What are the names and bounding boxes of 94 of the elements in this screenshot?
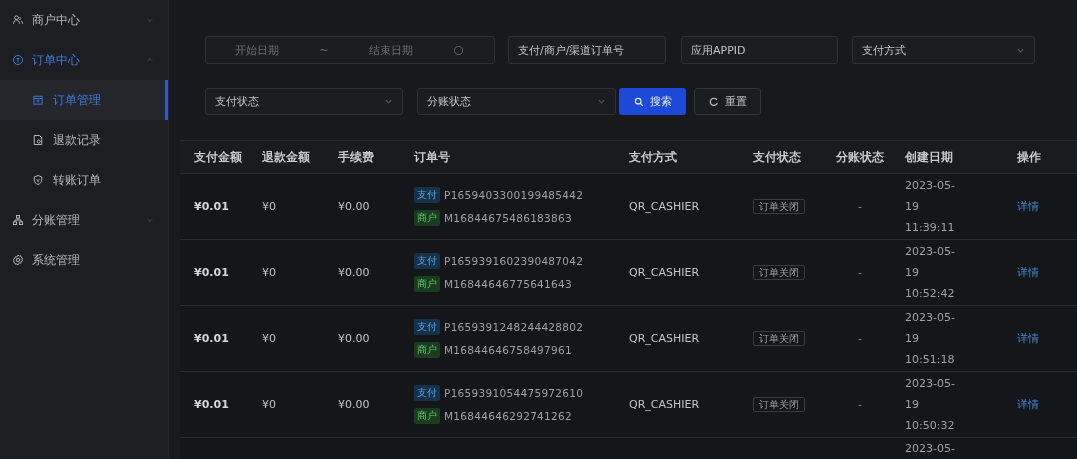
date-text: 2023-05- <box>905 244 956 260</box>
hierarchy-icon <box>12 214 24 226</box>
column-header: 支付状态 <box>753 149 802 165</box>
table-cell-text: ¥0.01 <box>194 266 230 279</box>
settings-icon <box>12 254 24 266</box>
tag: 商户 <box>414 342 440 358</box>
column-header: 订单号 <box>414 149 451 165</box>
table-cell-text: ¥0.00 <box>338 332 371 345</box>
table-cell-text: - <box>857 200 863 213</box>
table-cell-text: QR_CASHIER <box>629 200 701 213</box>
select-field[interactable]: 支付状态 <box>205 88 403 115</box>
table-cell-text: - <box>857 332 863 345</box>
column-header: 操作 <box>1016 149 1042 165</box>
order-number: M16844646758497961 <box>444 344 573 356</box>
tag: 商户 <box>414 408 440 424</box>
search-button[interactable]: 搜索 <box>619 88 686 115</box>
table-cell-text: ¥0.01 <box>194 200 230 213</box>
order-number: P1659391602390487042 <box>444 255 584 267</box>
table-cell-text: ¥0.01 <box>194 332 230 345</box>
order-number: P1659403300199485442 <box>444 189 584 201</box>
order-number: P1659391248244428802 <box>444 321 584 333</box>
column-header: 支付金额 <box>194 149 243 165</box>
date-text: 2023-05- <box>905 178 956 194</box>
input-field[interactable]: 支付/商户/渠道订单号 <box>508 36 666 64</box>
chevron-icon <box>384 97 393 106</box>
select-field[interactable]: 分账状态 <box>417 88 616 115</box>
table-cell-text: QR_CASHIER <box>629 266 701 279</box>
tag: 支付 <box>414 385 440 401</box>
select-field[interactable]: 支付方式 <box>852 36 1035 64</box>
sidebar-item[interactable]: 订单中心 <box>0 40 168 80</box>
column-header: 手续费 <box>338 149 375 165</box>
clear-icon <box>452 44 464 56</box>
column-header: 分账状态 <box>836 149 885 165</box>
status-tag: 订单关闭 <box>753 396 805 412</box>
sidebar-subitem[interactable]: 退款记录 <box>0 120 168 160</box>
calendar-icon <box>32 94 44 106</box>
sidebar-item[interactable]: 系统管理 <box>0 240 168 280</box>
status-tag: 订单关闭 <box>753 264 805 280</box>
date-text: 10:50:32 <box>905 418 956 434</box>
table-cell-text: ¥0 <box>262 200 277 213</box>
table-cell-text: QR_CASHIER <box>629 332 701 345</box>
input-field[interactable]: 应用APPID <box>681 36 838 64</box>
tag: 商户 <box>414 210 440 226</box>
tag: 支付 <box>414 319 440 335</box>
sidebar-item[interactable]: 商户中心 <box>0 0 168 40</box>
search-icon <box>633 96 644 107</box>
date-text: 10:52:42 <box>905 286 956 302</box>
chevron-icon <box>146 216 154 224</box>
table-cell-text: ¥0 <box>262 332 277 345</box>
order-number: M16844646292741262 <box>444 410 573 422</box>
chevron-icon <box>597 97 606 106</box>
date-text: 2023-05- <box>905 442 956 456</box>
refresh-icon <box>708 96 719 107</box>
chevron-icon <box>146 16 154 24</box>
sidebar-item[interactable]: 分账管理 <box>0 200 168 240</box>
column-header: 支付方式 <box>629 149 678 165</box>
order-number: M16844646775641643 <box>444 278 573 290</box>
order-number: P1659391054475972610 <box>444 387 584 399</box>
date-text: 19 <box>905 199 920 215</box>
table-cell-text: ¥0.00 <box>338 200 371 213</box>
shield-icon <box>32 174 44 186</box>
table-cell-text: ¥0.00 <box>338 266 371 279</box>
table-cell-text: - <box>857 266 863 279</box>
date-text: 19 <box>905 265 920 281</box>
tag: 支付 <box>414 187 440 203</box>
column-header: 创建日期 <box>905 149 954 165</box>
table-cell-text: ¥0 <box>262 266 277 279</box>
date-text: 2023-05- <box>905 376 956 392</box>
chevron-icon <box>146 56 154 64</box>
table-cell-text: ¥0 <box>262 398 277 411</box>
order-number: M16844675486183863 <box>444 212 573 224</box>
table-cell-text: ¥0.01 <box>194 398 230 411</box>
details-link[interactable]: 详情 <box>1015 200 1039 213</box>
table-cell-text: QR_CASHIER <box>629 398 701 411</box>
date-text: 19 <box>905 397 920 413</box>
reset-button[interactable]: 重置 <box>694 88 761 115</box>
tag: 支付 <box>414 253 440 269</box>
document-icon <box>32 134 44 146</box>
status-tag: 订单关闭 <box>753 198 805 214</box>
details-link[interactable]: 详情 <box>1015 332 1039 345</box>
details-link[interactable]: 详情 <box>1015 398 1039 411</box>
people-icon <box>12 14 24 26</box>
date-text: 19 <box>905 331 920 347</box>
sidebar-subitem[interactable]: 订单管理 <box>0 80 168 120</box>
tag: 商户 <box>414 276 440 292</box>
status-tag: 订单关闭 <box>753 330 805 346</box>
date-text: 11:39:11 <box>905 220 956 236</box>
column-header: 退款金额 <box>262 149 311 165</box>
table-cell-text: ¥0.00 <box>338 398 371 411</box>
table-cell-text: - <box>857 398 863 411</box>
date-text: 10:51:18 <box>905 352 956 368</box>
sidebar-subitem[interactable]: 转账订单 <box>0 160 168 200</box>
date-text: 2023-05- <box>905 310 956 326</box>
details-link[interactable]: 详情 <box>1015 266 1039 279</box>
